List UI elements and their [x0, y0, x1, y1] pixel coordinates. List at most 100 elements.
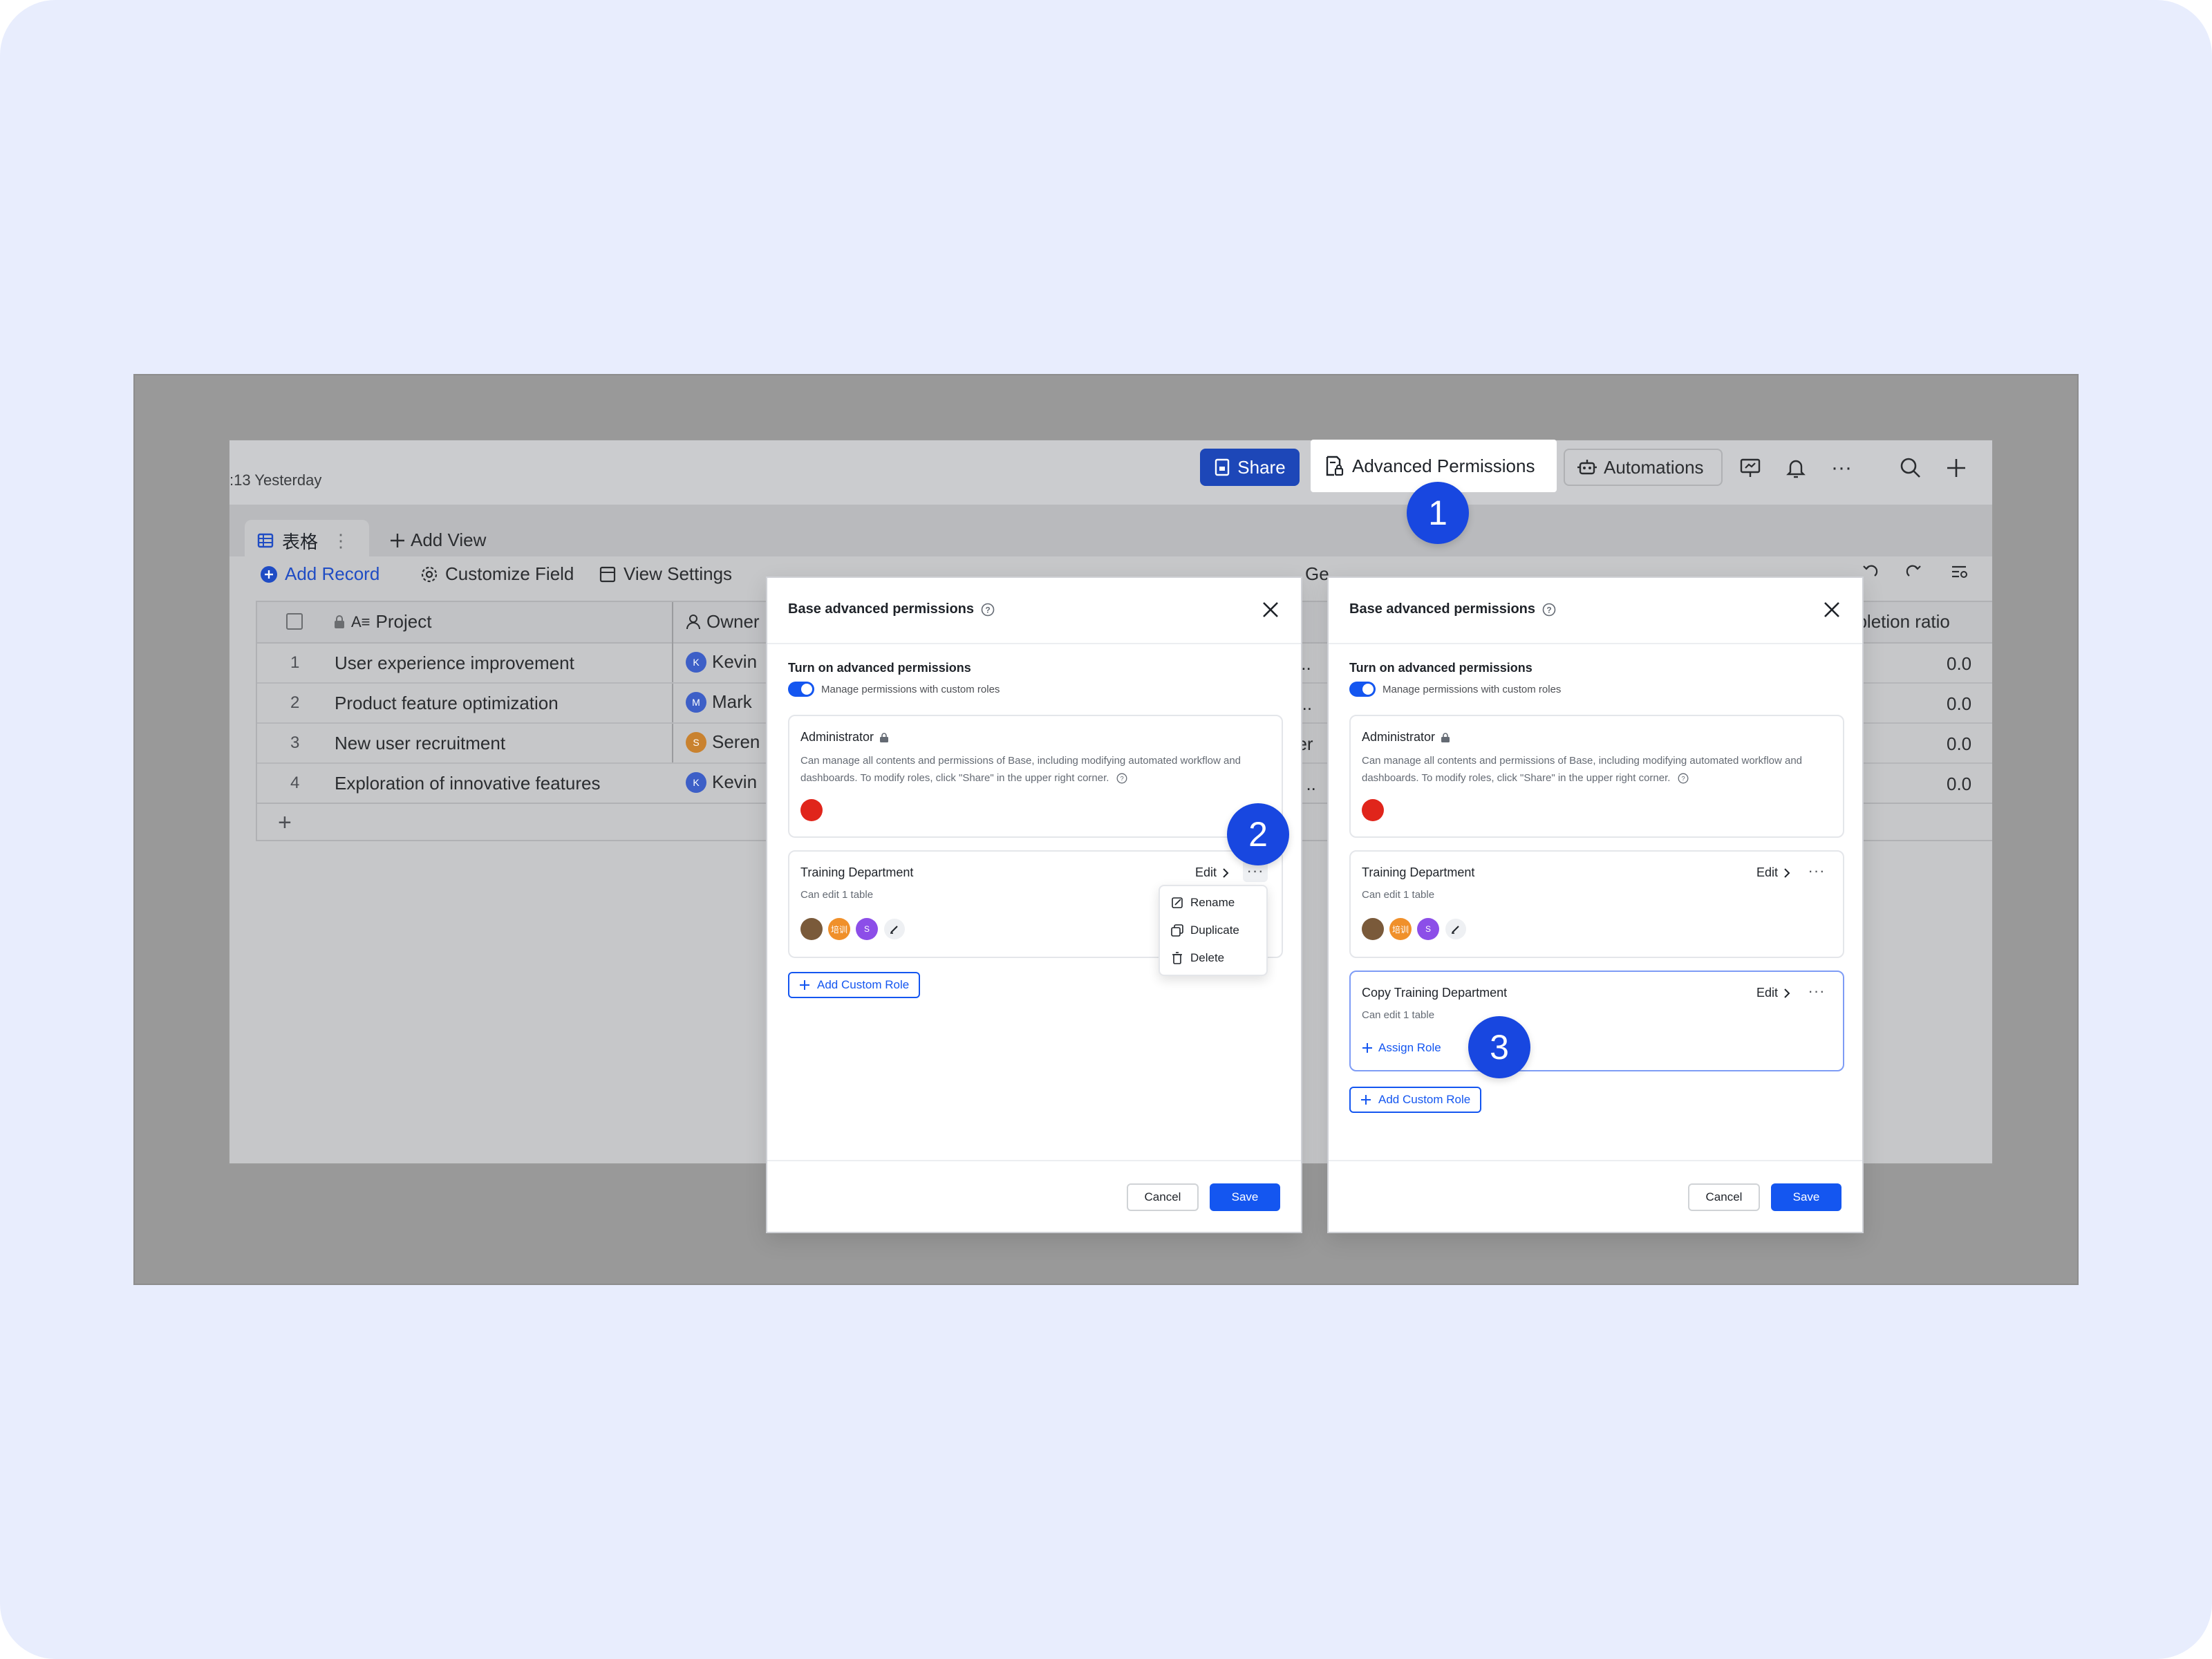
add-record-label: Add Record	[285, 563, 380, 584]
svg-text:?: ?	[1120, 776, 1123, 783]
section-title: Turn on advanced permissions	[788, 661, 971, 675]
close-icon[interactable]	[1821, 599, 1843, 621]
administrator-card: Administrator Can manage all contents an…	[788, 715, 1283, 838]
role-options-menu: Rename Duplicate Delete	[1159, 885, 1268, 976]
redo-icon[interactable]	[1905, 563, 1923, 581]
role-subtitle: Can edit 1 table	[1362, 1009, 1435, 1021]
svg-text:?: ?	[1546, 605, 1551, 615]
advanced-permissions-toggle[interactable]	[788, 682, 814, 697]
cancel-button[interactable]: Cancel	[1127, 1183, 1199, 1211]
find-icon[interactable]	[1951, 563, 1970, 581]
person-icon	[686, 614, 700, 629]
tab-table[interactable]: 表格 ⋮	[245, 520, 369, 561]
save-button[interactable]: Save	[1771, 1183, 1841, 1211]
chevron-right-icon	[1784, 988, 1790, 998]
avatar: S	[686, 731, 706, 753]
help-icon[interactable]: ?	[1678, 773, 1689, 784]
menu-item-rename[interactable]: Rename	[1171, 896, 1235, 910]
admin-title: Administrator	[800, 730, 874, 744]
advanced-permissions-toggle[interactable]	[1349, 682, 1376, 697]
role-title: Copy Training Department	[1362, 986, 1508, 1000]
add-custom-role-button[interactable]: Add Custom Role	[1349, 1087, 1482, 1113]
customize-field-label: Customize Field	[445, 563, 574, 584]
help-icon[interactable]: ?	[981, 603, 995, 617]
section-title: Turn on advanced permissions	[1349, 661, 1533, 675]
plus-icon	[800, 980, 809, 990]
share-doc-icon	[1215, 458, 1230, 476]
chevron-right-icon	[1784, 868, 1790, 878]
modal-footer: Cancel Save	[767, 1160, 1301, 1232]
edit-role-button[interactable]: Edit	[1756, 865, 1790, 880]
role-title: Training Department	[800, 865, 914, 879]
edit-pencil-icon[interactable]	[883, 918, 906, 940]
toolbar-peek-text: Ge	[1305, 563, 1329, 584]
view-settings-button[interactable]: View Settings	[599, 563, 732, 585]
robot-icon	[1577, 460, 1597, 475]
admin-description: Can manage all contents and permissions …	[1362, 755, 1803, 784]
modal-title: Base advanced permissions ?	[788, 601, 995, 617]
column-header-owner[interactable]: Owner	[686, 611, 760, 632]
assign-role-button[interactable]: Assign Role	[1362, 1041, 1441, 1055]
trash-icon	[1172, 952, 1182, 964]
plus-circle-icon	[261, 565, 277, 583]
search-icon[interactable]	[1897, 454, 1924, 482]
permissions-doc-icon	[1326, 456, 1344, 476]
avatar: S	[856, 918, 878, 940]
plus-icon	[391, 533, 404, 547]
training-department-card: Training Department Edit ··· Can edit 1 …	[1349, 850, 1844, 958]
share-button[interactable]: Share	[1200, 449, 1300, 486]
avatar: S	[1417, 918, 1439, 940]
present-icon[interactable]	[1736, 454, 1764, 482]
tab-label: 表格	[282, 531, 319, 552]
grid-table-icon	[257, 533, 274, 548]
avatar	[1362, 918, 1384, 940]
step-badge-2: 2	[1227, 803, 1289, 865]
bell-icon[interactable]	[1782, 454, 1810, 482]
add-view-button[interactable]: Add View	[390, 529, 486, 551]
menu-item-delete[interactable]: Delete	[1171, 951, 1224, 965]
admin-description: Can manage all contents and permissions …	[800, 755, 1241, 784]
avatar: K	[686, 651, 706, 673]
avatar: M	[686, 691, 706, 713]
vertical-dots-icon[interactable]: ⋮	[332, 530, 350, 552]
share-label: Share	[1237, 456, 1286, 478]
view-settings-label: View Settings	[624, 563, 733, 584]
admin-title: Administrator	[1362, 730, 1436, 744]
add-custom-role-button[interactable]: Add Custom Role	[788, 972, 921, 998]
role-more-button[interactable]: ···	[1804, 860, 1829, 882]
edit-role-button[interactable]: Edit	[1195, 865, 1229, 880]
avatar	[800, 918, 823, 940]
role-title: Training Department	[1362, 865, 1475, 879]
last-modified-timestamp: :13 Yesterday	[229, 471, 322, 489]
column-header-project[interactable]: A≡ Project	[333, 611, 431, 632]
more-icon[interactable]: ···	[1828, 454, 1855, 482]
save-button[interactable]: Save	[1210, 1183, 1280, 1211]
copy-training-department-card: Copy Training Department Edit ··· Can ed…	[1349, 971, 1844, 1071]
plus-icon[interactable]	[1942, 454, 1970, 482]
menu-item-duplicate[interactable]: Duplicate	[1171, 924, 1239, 937]
rename-icon	[1172, 897, 1183, 908]
view-settings-icon	[599, 566, 616, 582]
select-all-checkbox[interactable]	[286, 613, 303, 630]
help-icon[interactable]: ?	[1542, 603, 1556, 617]
avatar	[800, 799, 823, 821]
app-header: :13 Yesterday Share Automations ···	[229, 440, 1992, 506]
avatar: K	[686, 771, 706, 793]
tutorial-canvas: :13 Yesterday Share Automations ··· 表格 ⋮…	[0, 0, 2212, 1659]
help-icon[interactable]: ?	[1116, 773, 1127, 784]
gear-icon	[421, 566, 438, 582]
chevron-right-icon	[1223, 868, 1229, 878]
edit-role-button[interactable]: Edit	[1756, 986, 1790, 1000]
role-subtitle: Can edit 1 table	[800, 889, 874, 901]
add-view-label: Add View	[411, 529, 487, 550]
avatar: 培训	[828, 918, 850, 940]
role-more-button[interactable]: ···	[1804, 980, 1829, 1002]
close-icon[interactable]	[1259, 599, 1282, 621]
plus-icon	[1362, 1043, 1372, 1053]
edit-pencil-icon[interactable]	[1445, 918, 1467, 940]
cancel-button[interactable]: Cancel	[1688, 1183, 1760, 1211]
add-row-plus-icon[interactable]: +	[278, 809, 292, 836]
add-record-button[interactable]: Add Record	[260, 563, 379, 585]
customize-field-button[interactable]: Customize Field	[420, 563, 574, 585]
automations-button[interactable]: Automations	[1564, 449, 1723, 486]
